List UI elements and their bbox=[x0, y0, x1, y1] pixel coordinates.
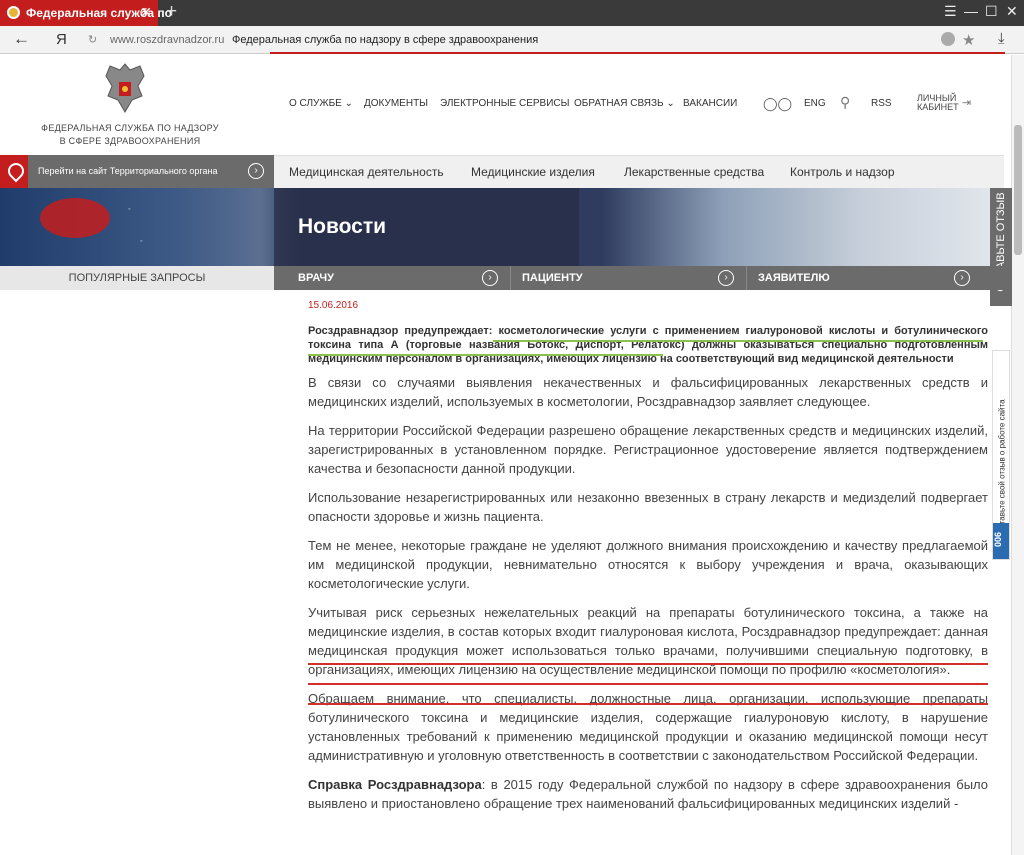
article-paragraph: Использование незарегистрированных или н… bbox=[308, 490, 988, 524]
personal-cabinet-link[interactable]: ЛИЧНЫЙ КАБИНЕТ bbox=[917, 94, 959, 112]
red-underline-mark bbox=[308, 663, 988, 665]
browser-menu-icon[interactable]: ☰ bbox=[944, 3, 957, 20]
audience-patient[interactable]: ПАЦИЕНТУ bbox=[522, 272, 583, 284]
org-name-line1: ФЕДЕРАЛЬНАЯ СЛУЖБА ПО НАДЗОРУ bbox=[41, 123, 219, 133]
nav-documents[interactable]: ДОКУМЕНТЫ bbox=[364, 98, 428, 109]
site-favicon-icon bbox=[7, 6, 20, 19]
login-icon[interactable]: ⇥ bbox=[962, 96, 971, 109]
chevron-right-icon: › bbox=[248, 163, 264, 179]
window-close-button[interactable]: ✕ bbox=[1006, 3, 1018, 20]
category-control[interactable]: Контроль и надзор bbox=[790, 165, 895, 179]
nav-about[interactable]: О СЛУЖБЕ ⌄ bbox=[289, 98, 353, 109]
nav-e-services[interactable]: ЭЛЕКТРОННЫЕ СЕРВИСЫ bbox=[440, 98, 570, 109]
address-bar: ← Я ↻ www.roszdravnadzor.ru Федеральная … bbox=[0, 26, 1024, 54]
article-paragraph: На территории Российской Федерации разре… bbox=[308, 423, 988, 476]
territorial-link[interactable]: Перейти на сайт Территориального органа … bbox=[0, 155, 274, 188]
article-paragraph-warning: Учитывая риск серьезных нежелательных ре… bbox=[308, 605, 988, 677]
org-name-line2: В СФЕРЕ ЗДРАВООХРАНЕНИЯ bbox=[59, 136, 201, 146]
address-page-title[interactable]: Федеральная служба по надзору в сфере зд… bbox=[232, 34, 538, 46]
chevron-right-icon[interactable]: › bbox=[718, 270, 734, 286]
banner-device-decoration bbox=[40, 198, 110, 238]
audience-doctor[interactable]: ВРАЧУ bbox=[298, 272, 334, 284]
bookmark-star-icon[interactable]: ★ bbox=[962, 31, 975, 49]
yandex-logo-icon[interactable]: Я bbox=[56, 31, 67, 48]
tab-close-icon[interactable]: ✕ bbox=[140, 4, 152, 21]
nav-feedback[interactable]: ОБРАТНАЯ СВЯЗЬ ⌄ bbox=[574, 98, 675, 109]
page-title: Новости bbox=[298, 215, 387, 238]
article: 15.06.2016 Росздравнадзор предупреждает:… bbox=[308, 300, 988, 823]
chevron-right-icon[interactable]: › bbox=[482, 270, 498, 286]
article-reference: Справка Росздравнадзора: в 2015 году Фед… bbox=[308, 775, 988, 813]
window-minimize-button[interactable]: — bbox=[964, 3, 978, 19]
site-feedback-widget[interactable]: Оставьте свой отзыв о работе сайта 006 bbox=[992, 350, 1010, 560]
search-icon[interactable]: ⚲ bbox=[840, 94, 850, 111]
category-medical-activity[interactable]: Медицинская деятельность bbox=[289, 165, 444, 179]
rss-link[interactable]: RSS bbox=[871, 98, 892, 109]
cabinet-line2: КАБИНЕТ bbox=[917, 102, 959, 112]
download-icon[interactable]: ⤓ bbox=[998, 30, 1005, 47]
territorial-link-label: Перейти на сайт Территориального органа bbox=[38, 166, 218, 176]
category-medicines[interactable]: Лекарственные средства bbox=[624, 165, 764, 179]
green-underline-mark bbox=[308, 354, 663, 356]
protect-icon[interactable] bbox=[941, 32, 955, 46]
emblem-logo-icon[interactable] bbox=[100, 60, 150, 116]
article-paragraph: Обращаем внимание, что специалисты, долж… bbox=[308, 691, 988, 763]
nav-vacancies[interactable]: ВАКАНСИИ bbox=[683, 98, 737, 109]
accessibility-glasses-icon[interactable]: ◯◯ bbox=[763, 96, 792, 112]
article-lead: Росздравнадзор предупреждает: косметолог… bbox=[308, 325, 988, 365]
red-underline-mark bbox=[308, 683, 988, 685]
loading-progress-line bbox=[270, 52, 1005, 54]
url-text[interactable]: www.roszdravnadzor.ru bbox=[110, 34, 224, 46]
reference-label: Справка Росздравнадзора bbox=[308, 777, 482, 792]
article-paragraph: В связи со случаями выявления некачестве… bbox=[308, 375, 988, 409]
scrollbar-thumb[interactable] bbox=[1014, 125, 1022, 255]
back-button[interactable]: ← bbox=[13, 29, 30, 49]
article-date: 15.06.2016 bbox=[308, 300, 359, 311]
window-maximize-button[interactable]: ☐ bbox=[985, 3, 998, 20]
page-scrollbar[interactable] bbox=[1011, 55, 1024, 855]
red-underline-mark bbox=[308, 703, 988, 705]
org-name: ФЕДЕРАЛЬНАЯ СЛУЖБА ПО НАДЗОРУ В СФЕРЕ ЗД… bbox=[30, 122, 230, 148]
article-paragraph: Тем не менее, некоторые граждане не удел… bbox=[308, 538, 988, 591]
lang-switch[interactable]: ENG bbox=[804, 98, 826, 109]
site-feedback-label: Оставьте свой отзыв о работе сайта bbox=[997, 399, 1007, 535]
green-underline-mark bbox=[493, 340, 983, 342]
reload-icon[interactable]: ↻ bbox=[88, 33, 97, 46]
site-feedback-badge: 006 bbox=[993, 523, 1009, 559]
chevron-right-icon[interactable]: › bbox=[954, 270, 970, 286]
active-tab[interactable]: Федеральная служба по ✕ bbox=[0, 0, 172, 26]
audience-applicant[interactable]: ЗАЯВИТЕЛЮ bbox=[758, 272, 830, 284]
popular-queries[interactable]: ПОПУЛЯРНЫЕ ЗАПРОСЫ bbox=[0, 266, 274, 290]
category-medical-devices[interactable]: Медицинские изделия bbox=[471, 165, 595, 179]
location-pin-icon bbox=[0, 155, 28, 188]
browser-tab-bar: Федеральная служба по ✕ + ☰ — ☐ ✕ bbox=[0, 0, 1024, 26]
new-tab-button[interactable]: + bbox=[166, 1, 177, 23]
